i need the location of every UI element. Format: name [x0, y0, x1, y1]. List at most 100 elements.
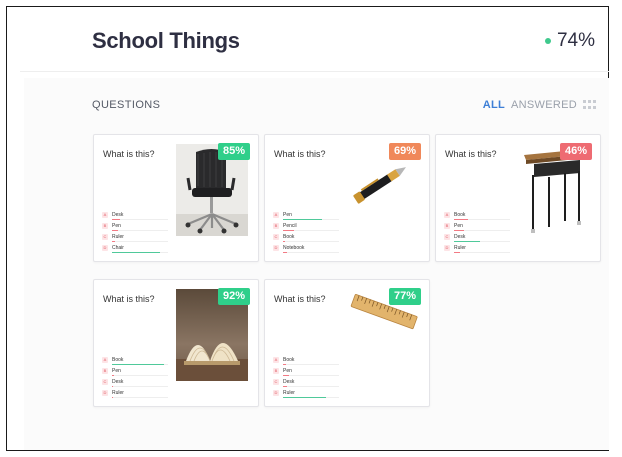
answer-text: Ruler: [454, 244, 466, 251]
answer-text: Book: [283, 356, 295, 363]
question-card[interactable]: What is this? 85% A Desk B Pen C Ruler D Chair: [93, 134, 259, 262]
answer-option: C Book: [273, 231, 341, 242]
answer-list: A Book B Pen C Desk D Ruler: [102, 354, 170, 398]
answer-letter: C: [273, 378, 279, 385]
answer-bar: [283, 251, 339, 253]
answer-letter: D: [102, 244, 108, 251]
answer-letter: B: [273, 367, 279, 374]
answer-list: A Book B Pen C Desk D Ruler: [273, 354, 341, 398]
answer-letter: A: [273, 356, 279, 363]
answer-letter: A: [444, 211, 450, 218]
answer-text: Pen: [283, 367, 292, 374]
answer-text: Pen: [454, 222, 463, 229]
answer-option: A Book: [102, 354, 170, 365]
answer-text: Chair: [112, 244, 124, 251]
answer-letter: A: [102, 211, 108, 218]
percent-badge: 69%: [388, 143, 421, 160]
answer-text: Book: [283, 233, 295, 240]
answer-bar: [112, 396, 168, 398]
answer-option: B Pen: [102, 365, 170, 376]
answer-option: C Desk: [273, 376, 341, 387]
answer-text: Pen: [112, 222, 121, 229]
answer-option: B Pen: [102, 220, 170, 231]
percent-badge: 85%: [217, 143, 250, 160]
answer-list: A Pen B Pencil C Book D Notebook: [273, 209, 341, 253]
answer-text: Book: [112, 356, 124, 363]
answer-option: A Book: [444, 209, 512, 220]
answer-text: Ruler: [112, 233, 124, 240]
status-dot-icon: [544, 38, 551, 44]
answer-text: Pen: [112, 367, 121, 374]
answer-bar: [283, 396, 339, 398]
answer-text: Pencil: [283, 222, 297, 229]
header: School Things 74%: [20, 8, 609, 72]
answer-option: A Desk: [102, 209, 170, 220]
answer-letter: D: [102, 389, 108, 396]
pen-image: [353, 167, 406, 204]
answer-bar-fill: [454, 251, 461, 253]
answer-text: Desk: [112, 211, 124, 218]
answer-option: D Notebook: [273, 242, 341, 253]
question-text: What is this?: [445, 149, 497, 159]
answer-letter: B: [273, 222, 279, 229]
answer-list: A Book B Pen C Desk D Ruler: [444, 209, 512, 253]
answer-letter: C: [444, 233, 450, 240]
answer-bar: [454, 251, 510, 253]
answer-option: D Chair: [102, 242, 170, 253]
answer-option: B Pen: [273, 365, 341, 376]
answer-letter: D: [273, 244, 279, 251]
answer-text: Desk: [283, 378, 295, 385]
answer-option: D Ruler: [102, 387, 170, 398]
question-card[interactable]: What is this? 77% A Book B Pen C Desk D Ruler: [264, 279, 430, 407]
question-text: What is this?: [274, 294, 326, 304]
answer-text: Pen: [283, 211, 292, 218]
answer-text: Desk: [454, 233, 466, 240]
answer-bar: [112, 251, 168, 253]
answer-text: Desk: [112, 378, 124, 385]
answer-letter: C: [102, 233, 108, 240]
filter-answered[interactable]: ANSWERED: [511, 99, 577, 111]
question-card[interactable]: What is this? 69% A Pen B Pencil C Book D Noteb…: [264, 134, 430, 262]
answer-option: D Ruler: [273, 387, 341, 398]
answer-letter: C: [273, 233, 279, 240]
question-text: What is this?: [274, 149, 326, 159]
answer-letter: A: [273, 211, 279, 218]
answer-option: A Book: [273, 354, 341, 365]
answer-text: Book: [454, 211, 466, 218]
answer-text: Notebook: [283, 244, 305, 251]
answer-letter: A: [102, 356, 108, 363]
answer-letter: D: [273, 389, 279, 396]
answer-option: B Pencil: [273, 220, 341, 231]
answer-bar-fill: [112, 251, 160, 253]
percent-badge: 92%: [217, 288, 250, 305]
answer-bar-fill: [283, 396, 327, 398]
question-text: What is this?: [103, 149, 155, 159]
grid-view-icon[interactable]: [583, 99, 596, 111]
section-label: QUESTIONS: [92, 99, 161, 111]
answer-letter: B: [102, 222, 108, 229]
answer-option: C Ruler: [102, 231, 170, 242]
answer-bar-fill: [283, 251, 287, 253]
answer-option: B Pen: [444, 220, 512, 231]
page-title: School Things: [92, 28, 240, 53]
answer-text: Ruler: [283, 389, 295, 396]
overall-score-value: 74%: [556, 30, 595, 51]
filter-all[interactable]: ALL: [483, 99, 505, 111]
question-card[interactable]: What is this? 92% A Book B Pen C Desk D Ruler: [93, 279, 259, 407]
answer-option: A Pen: [273, 209, 341, 220]
overall-score: 74%: [544, 30, 595, 52]
answer-bar-fill: [112, 396, 114, 398]
answer-text: Ruler: [112, 389, 124, 396]
answer-list: A Desk B Pen C Ruler D Chair: [102, 209, 170, 253]
percent-badge: 77%: [388, 288, 421, 305]
answer-letter: C: [102, 378, 108, 385]
answer-letter: D: [444, 244, 450, 251]
answer-option: C Desk: [102, 376, 170, 387]
answer-option: D Ruler: [444, 242, 512, 253]
percent-badge: 46%: [559, 143, 592, 160]
question-card[interactable]: What is this? 46% A Book B Pen C Desk D Ruler: [435, 134, 601, 262]
answer-option: C Desk: [444, 231, 512, 242]
question-text: What is this?: [103, 294, 155, 304]
answer-letter: B: [102, 367, 108, 374]
filter-bar: ALL ANSWERED: [483, 99, 596, 111]
